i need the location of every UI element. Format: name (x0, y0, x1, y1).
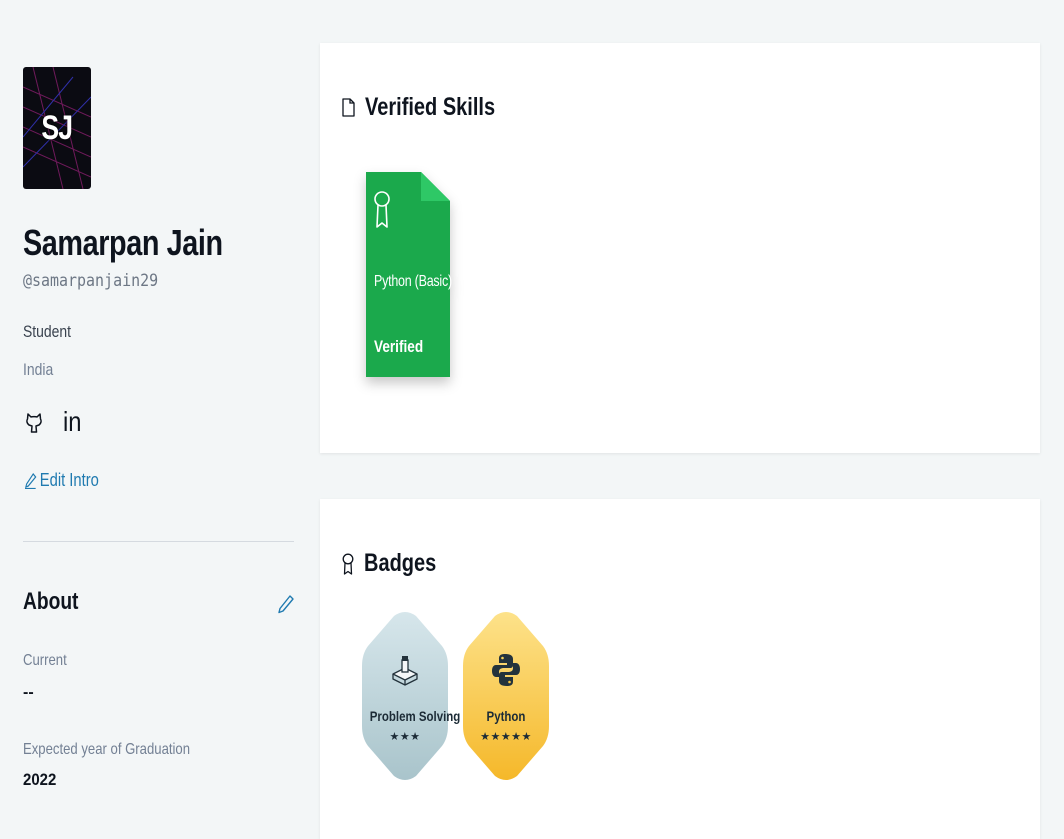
divider (23, 541, 294, 542)
skill-name: Python (Basic) (374, 273, 452, 290)
user-country: India (23, 360, 54, 379)
python-logo-icon (492, 654, 520, 686)
badges-header: Badges (342, 549, 454, 578)
about-graduation-value: 2022 (23, 770, 57, 789)
badge-stars: ★★★★★ (480, 731, 532, 743)
badge-shape (463, 612, 549, 780)
about-current-value: -- (23, 684, 34, 701)
badge-ribbon-icon (342, 553, 354, 575)
edit-intro-link[interactable]: Edit Intro (25, 470, 99, 491)
document-icon (342, 98, 355, 117)
joystick-icon (392, 656, 418, 686)
github-icon[interactable] (25, 411, 43, 435)
verified-skills-title: Verified Skills (365, 93, 496, 121)
about-graduation-label: Expected year of Graduation (23, 741, 191, 758)
edit-about-pencil-icon[interactable] (278, 594, 294, 614)
badge-shape (362, 612, 448, 780)
user-handle: @samarpanjain29 (23, 271, 159, 291)
badge-stars: ★★★ (389, 731, 421, 743)
badge-label: Problem Solving (369, 708, 461, 724)
user-name: Samarpan Jain (23, 222, 223, 263)
avatar-initials: SJ (41, 108, 74, 147)
badge-problem-solving[interactable]: Problem Solving ★★★ (362, 612, 461, 780)
linkedin-icon[interactable]: in (63, 406, 82, 438)
badge-label: Python (486, 708, 526, 724)
profile-sidebar: SJ Samarpan Jain @samarpanjain29 Student… (23, 0, 295, 823)
verified-skills-header: Verified Skills (342, 93, 528, 122)
user-role: Student (23, 322, 72, 341)
badges-title: Badges (364, 549, 437, 577)
pencil-icon (25, 472, 37, 489)
badge-python[interactable]: Python ★★★★★ (463, 612, 549, 780)
skill-card[interactable]: Python (Basic) Verified (366, 172, 452, 377)
verified-skills-card: Verified Skills Python (Basic) Verified (320, 43, 1040, 453)
avatar[interactable]: SJ (23, 67, 91, 189)
skill-status: Verified (374, 337, 424, 356)
about-title: About (23, 588, 79, 615)
edit-intro-label: Edit Intro (39, 470, 99, 490)
badges-card: Badges Problem Solving ★★★ Python ★★★★★ (320, 499, 1040, 839)
ribbon-icon (374, 191, 390, 228)
social-links: in (23, 406, 103, 442)
about-current-label: Current (23, 652, 67, 669)
